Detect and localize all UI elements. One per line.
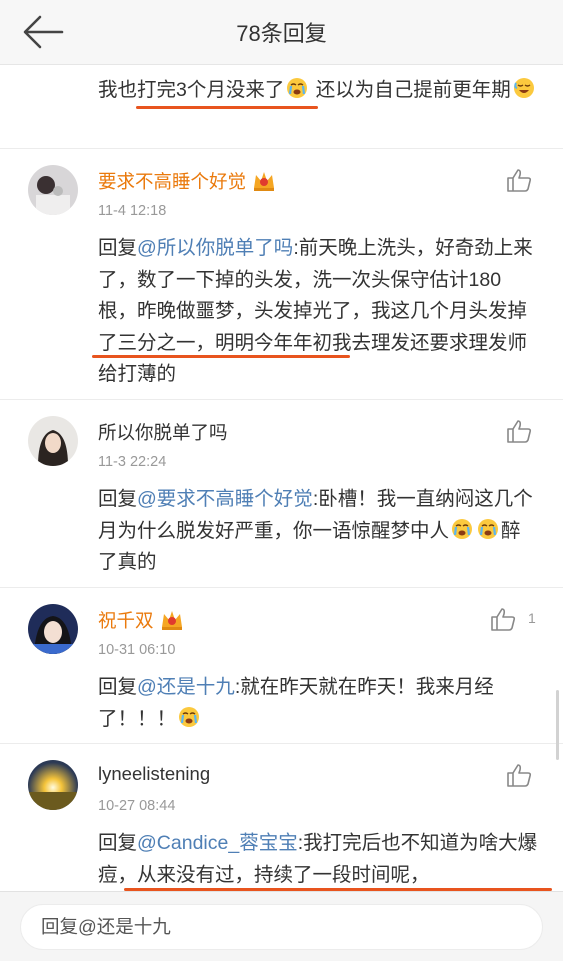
comment-time: 11-4 12:18 bbox=[98, 203, 167, 219]
comment-text: 回复@所以你脱单了吗:前天晚上洗头，好奇劲上来了，数了一下掉的头发，洗一次头保守… bbox=[98, 237, 533, 385]
previous-comment-text: 我也打完3个月没来了 还以为自己提前更年期 bbox=[98, 75, 538, 106]
crown-badge-icon bbox=[161, 611, 182, 630]
like-count: 1 bbox=[528, 610, 536, 626]
comment-text: 回复@Candice_蓉宝宝:我打完后也不知道为啥大爆痘，从来没有过，持续了一段… bbox=[98, 832, 538, 886]
mention-link[interactable]: @要求不高睡个好觉 bbox=[137, 488, 313, 510]
sweat-laugh-emoji-icon bbox=[513, 78, 534, 98]
comment-time: 10-31 06:10 bbox=[98, 642, 176, 658]
avatar[interactable] bbox=[28, 165, 78, 215]
comment-text: 回复@要求不高睡个好觉:卧槽！我一直纳闷这几个月为什么脱发好严重，你一语惊醒梦中… bbox=[98, 488, 533, 573]
comment-text: 回复@还是十九:就在昨天就在昨天！我来月经了！！！ bbox=[98, 676, 494, 730]
crying-emoji-icon bbox=[287, 78, 308, 98]
comment-time: 11-3 22:24 bbox=[98, 454, 167, 470]
divider bbox=[0, 399, 563, 400]
page-title: 78条回复 bbox=[236, 21, 327, 46]
comment-time: 10-27 08:44 bbox=[98, 798, 176, 814]
thumbs-up-icon[interactable] bbox=[506, 418, 532, 444]
thumbs-up-icon[interactable] bbox=[490, 606, 516, 632]
reply-input[interactable] bbox=[20, 904, 543, 950]
avatar[interactable] bbox=[28, 416, 78, 466]
thumbs-up-icon[interactable] bbox=[506, 762, 532, 788]
thumbs-up-icon[interactable] bbox=[506, 167, 532, 193]
top-bar: 78条回复 bbox=[0, 0, 563, 65]
mention-link[interactable]: @所以你脱单了吗 bbox=[137, 237, 293, 259]
scrollbar[interactable] bbox=[556, 690, 559, 760]
reply-list[interactable]: 我也打完3个月没来了 还以为自己提前更年期 要求不高睡个好觉 11-4 12:1… bbox=[0, 65, 563, 891]
avatar[interactable] bbox=[28, 604, 78, 654]
divider bbox=[0, 743, 563, 744]
highlight-underline bbox=[136, 106, 318, 109]
divider bbox=[0, 587, 563, 588]
crying-emoji-icon bbox=[478, 518, 499, 539]
commenter-name[interactable]: 所以你脱单了吗 bbox=[98, 419, 228, 445]
crown-badge-icon bbox=[254, 172, 275, 191]
mention-link[interactable]: @还是十九 bbox=[137, 676, 235, 698]
reply-bar bbox=[0, 891, 563, 961]
avatar[interactable] bbox=[28, 760, 78, 810]
commenter-name[interactable]: 祝千双 bbox=[98, 607, 184, 633]
commenter-name[interactable]: lyneelistening bbox=[98, 763, 210, 785]
mention-link[interactable]: @Candice_蓉宝宝 bbox=[137, 832, 298, 854]
divider bbox=[0, 148, 563, 149]
commenter-name[interactable]: 要求不高睡个好觉 bbox=[98, 168, 276, 194]
crying-emoji-icon bbox=[179, 706, 200, 727]
crying-emoji-icon bbox=[452, 518, 473, 539]
highlight-underline bbox=[92, 355, 350, 358]
